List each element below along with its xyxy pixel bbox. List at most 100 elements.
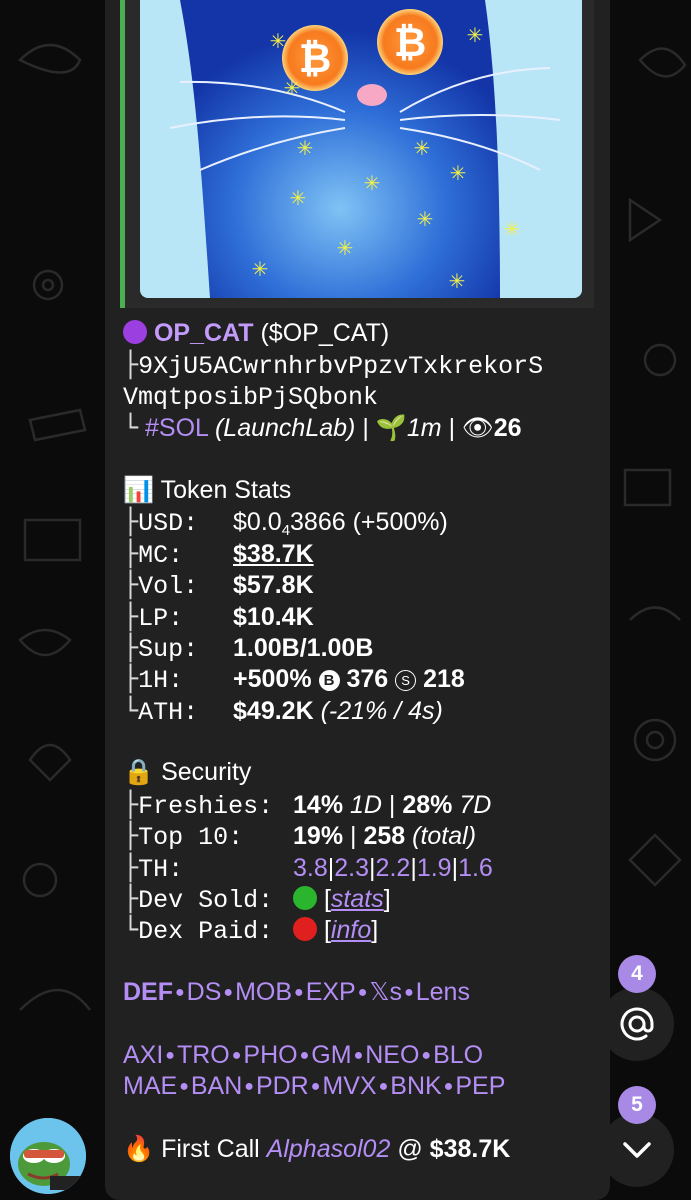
link-xs[interactable]: 𝕏s <box>369 978 402 1006</box>
ath-label: ATH: <box>138 697 199 727</box>
separator-dot: ● <box>231 1046 242 1064</box>
unread-count-badge: 5 <box>618 1086 656 1124</box>
first-caller-link[interactable]: Alphasol02 <box>267 1135 391 1163</box>
security-title: Security <box>161 758 252 787</box>
h1-sells: 218 <box>423 665 465 694</box>
svg-text:✳: ✳ <box>414 136 431 160</box>
sec-dex-paid: └Dex Paid: [info] <box>123 915 379 947</box>
th-value[interactable]: 1.6 <box>458 854 493 882</box>
link-pho[interactable]: PHO <box>243 1041 297 1069</box>
message-content: OP_CAT ($OP_CAT) ├9XjU5ACwrnhrbvPpzvTxkr… <box>123 318 603 1166</box>
top10-total: 258 <box>363 822 406 851</box>
th-value[interactable]: 2.2 <box>376 854 411 882</box>
dex-paid-info-link[interactable]: info <box>331 916 371 944</box>
token-address-part1[interactable]: 9XjU5ACwrnhrbvPpzvTxkrekorS <box>138 352 543 381</box>
top10-pct: 19% <box>293 822 344 851</box>
link-pdr[interactable]: PDR <box>256 1072 309 1100</box>
link-tro[interactable]: TRO <box>177 1041 230 1069</box>
separator-dot: ● <box>357 984 368 1002</box>
mentions-button[interactable] <box>600 987 674 1061</box>
sell-icon: S <box>395 670 417 692</box>
fire-icon: 🔥 <box>123 1135 155 1164</box>
link-gm[interactable]: GM <box>311 1041 351 1069</box>
lock-icon: 🔒 <box>123 758 155 787</box>
pepe-avatar-icon <box>10 1118 86 1194</box>
link-exp[interactable]: EXP <box>306 978 356 1006</box>
dev-sold-label: Dev Sold: <box>138 886 274 916</box>
bar-chart-icon: 📊 <box>123 475 155 504</box>
tree-branch-end: └ <box>123 695 139 725</box>
stats-title: Token Stats <box>160 475 292 504</box>
link-def[interactable]: DEF <box>123 978 173 1006</box>
token-image[interactable]: ₿ ₿ ✳ ✳ ✳ ✳ ✳ ✳ ✳ ✳ ✳ ✳ ✳ ✳ ✳ <box>140 0 582 298</box>
usd-label: USD: <box>138 509 199 539</box>
link-mae[interactable]: MAE <box>123 1072 177 1100</box>
stat-mc: ├MC: $38.7K <box>123 538 603 570</box>
stat-usd: ├USD: $0.043866 (+500%) <box>123 506 603 540</box>
token-name[interactable]: OP_CAT <box>154 319 254 347</box>
links-row-2: AXI ●TRO ●PHO ●GM ●NEO ●BLO <box>123 1040 603 1071</box>
link-bnk[interactable]: BNK <box>390 1072 441 1100</box>
usd-value: $0.043866 <box>233 508 346 540</box>
link-ds[interactable]: DS <box>187 978 222 1006</box>
dev-sold-stats-link[interactable]: stats <box>331 885 384 913</box>
stat-lp: ├LP: $10.4K <box>123 601 603 633</box>
th-value[interactable]: 1.9 <box>417 854 452 882</box>
svg-text:✳: ✳ <box>252 257 269 281</box>
th-value[interactable]: 3.8 <box>293 854 328 882</box>
th-value[interactable]: 2.3 <box>334 854 369 882</box>
link-neo[interactable]: NEO <box>365 1041 419 1069</box>
link-pep[interactable]: PEP <box>455 1072 505 1100</box>
link-axi[interactable]: AXI <box>123 1041 163 1069</box>
lp-value: $10.4K <box>233 602 314 631</box>
tree-branch: ├ <box>123 789 139 819</box>
sec-dev-sold: ├Dev Sold: [stats] <box>123 884 391 916</box>
separator-dot: ● <box>175 984 185 1002</box>
freshies-7d-unit: 7D <box>459 790 492 819</box>
stat-ath: └ATH: $49.2K (-21% / 4s) <box>123 695 603 727</box>
token-ticker: ($OP_CAT) <box>260 319 390 347</box>
address-line-2[interactable]: VmqtposibPjSQbonk <box>123 381 603 412</box>
first-call-row: 🔥 First Call Alphasol02 @ $38.7K <box>123 1134 603 1165</box>
separator-dot: ● <box>165 1046 175 1064</box>
first-call-label: First Call <box>161 1135 260 1164</box>
mc-value[interactable]: $38.7K <box>233 540 314 568</box>
tree-branch: ├ <box>123 538 139 568</box>
links-row-1: DEF ●DS ●MOB ●EXP ●𝕏s ●Lens <box>123 977 603 1008</box>
avatar[interactable] <box>10 1118 86 1194</box>
separator-dot: ● <box>378 1078 389 1096</box>
mentions-count-badge: 4 <box>618 955 656 993</box>
dex-paid-label: Dex Paid: <box>138 917 274 947</box>
link-ban[interactable]: BAN <box>191 1072 242 1100</box>
token-address-part2[interactable]: VmqtposibPjSQbonk <box>123 383 378 412</box>
separator-dot: ● <box>179 1078 189 1096</box>
at-sign-icon <box>620 1007 654 1041</box>
stat-vol: ├Vol: $57.8K <box>123 569 603 601</box>
chain-hashtag[interactable]: #SOL <box>145 414 208 442</box>
link-mvx[interactable]: MVX <box>322 1072 376 1100</box>
h1-label: 1H: <box>138 666 184 696</box>
separator-dot: ● <box>223 984 234 1002</box>
security-title-row: 🔒 Security <box>123 757 603 788</box>
link-lens[interactable]: Lens <box>416 978 470 1006</box>
h1-change: +500% <box>233 665 312 694</box>
address-line-1[interactable]: ├9XjU5ACwrnhrbvPpzvTxkrekorS <box>123 349 603 381</box>
link-blo[interactable]: BLO <box>433 1041 483 1069</box>
green-circle-icon <box>293 886 318 911</box>
ath-detail: (-21% / 4s) <box>320 696 443 725</box>
first-call-at: @ <box>397 1135 423 1164</box>
tree-branch: ├ <box>123 821 139 851</box>
th-label: TH: <box>138 854 184 884</box>
svg-text:✳: ✳ <box>504 217 521 241</box>
sec-th: ├TH: 3.8|2.3|2.2|1.9|1.6 <box>123 852 493 884</box>
scroll-down-button[interactable] <box>600 1113 674 1187</box>
link-mob[interactable]: MOB <box>235 978 292 1006</box>
stat-1h: ├1H: +500% B 376 S 218 <box>123 663 603 696</box>
stat-sup: ├Sup: 1.00B/1.00B <box>123 632 603 664</box>
tree-branch: ├ <box>123 350 139 380</box>
tree-branch: ├ <box>123 507 139 537</box>
top10-total-note: (total) <box>412 822 477 851</box>
separator-dot: ● <box>443 1078 454 1096</box>
seedling-icon: 🌱 <box>375 414 407 443</box>
svg-text:✳: ✳ <box>467 23 484 47</box>
